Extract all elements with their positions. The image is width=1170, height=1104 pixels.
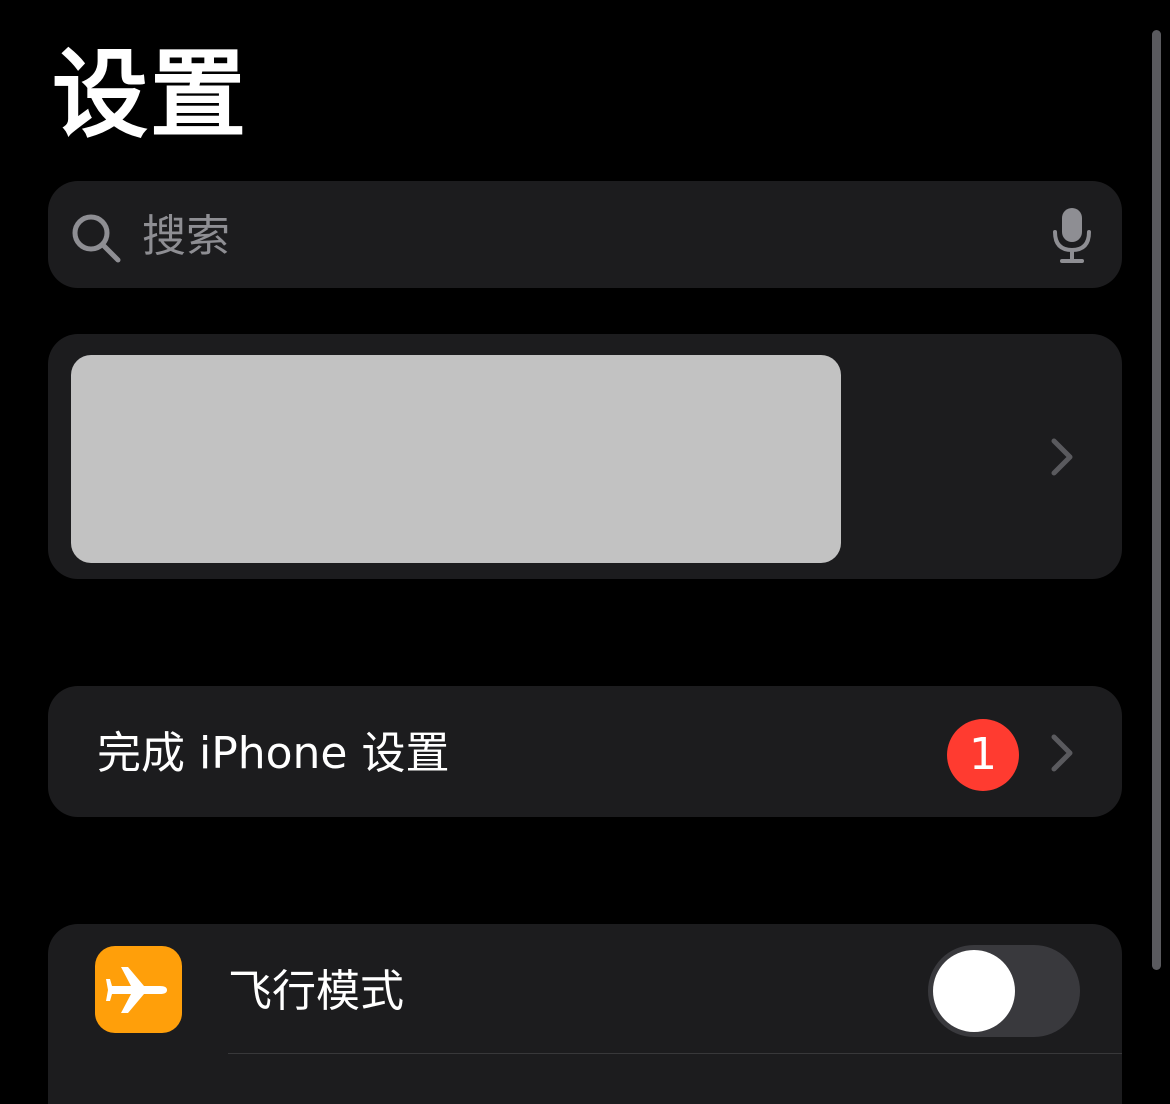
finish-setup-label: 完成 iPhone 设置: [97, 728, 450, 779]
row-divider: [228, 1053, 1122, 1054]
microphone-icon[interactable]: [1050, 206, 1094, 264]
airplane-icon: [106, 967, 167, 1013]
chevron-right-icon: [1051, 734, 1073, 772]
notification-badge: 1: [947, 719, 1019, 791]
page-title: 设置: [52, 39, 248, 151]
toggle-knob[interactable]: [933, 950, 1015, 1032]
search-input[interactable]: [142, 200, 1002, 272]
airplane-mode-label: 飞行模式: [228, 966, 404, 1017]
chevron-right-icon: [1051, 438, 1073, 476]
account-info-placeholder: [71, 355, 841, 563]
search-icon: [72, 214, 121, 263]
scrollbar[interactable]: [1152, 30, 1161, 970]
